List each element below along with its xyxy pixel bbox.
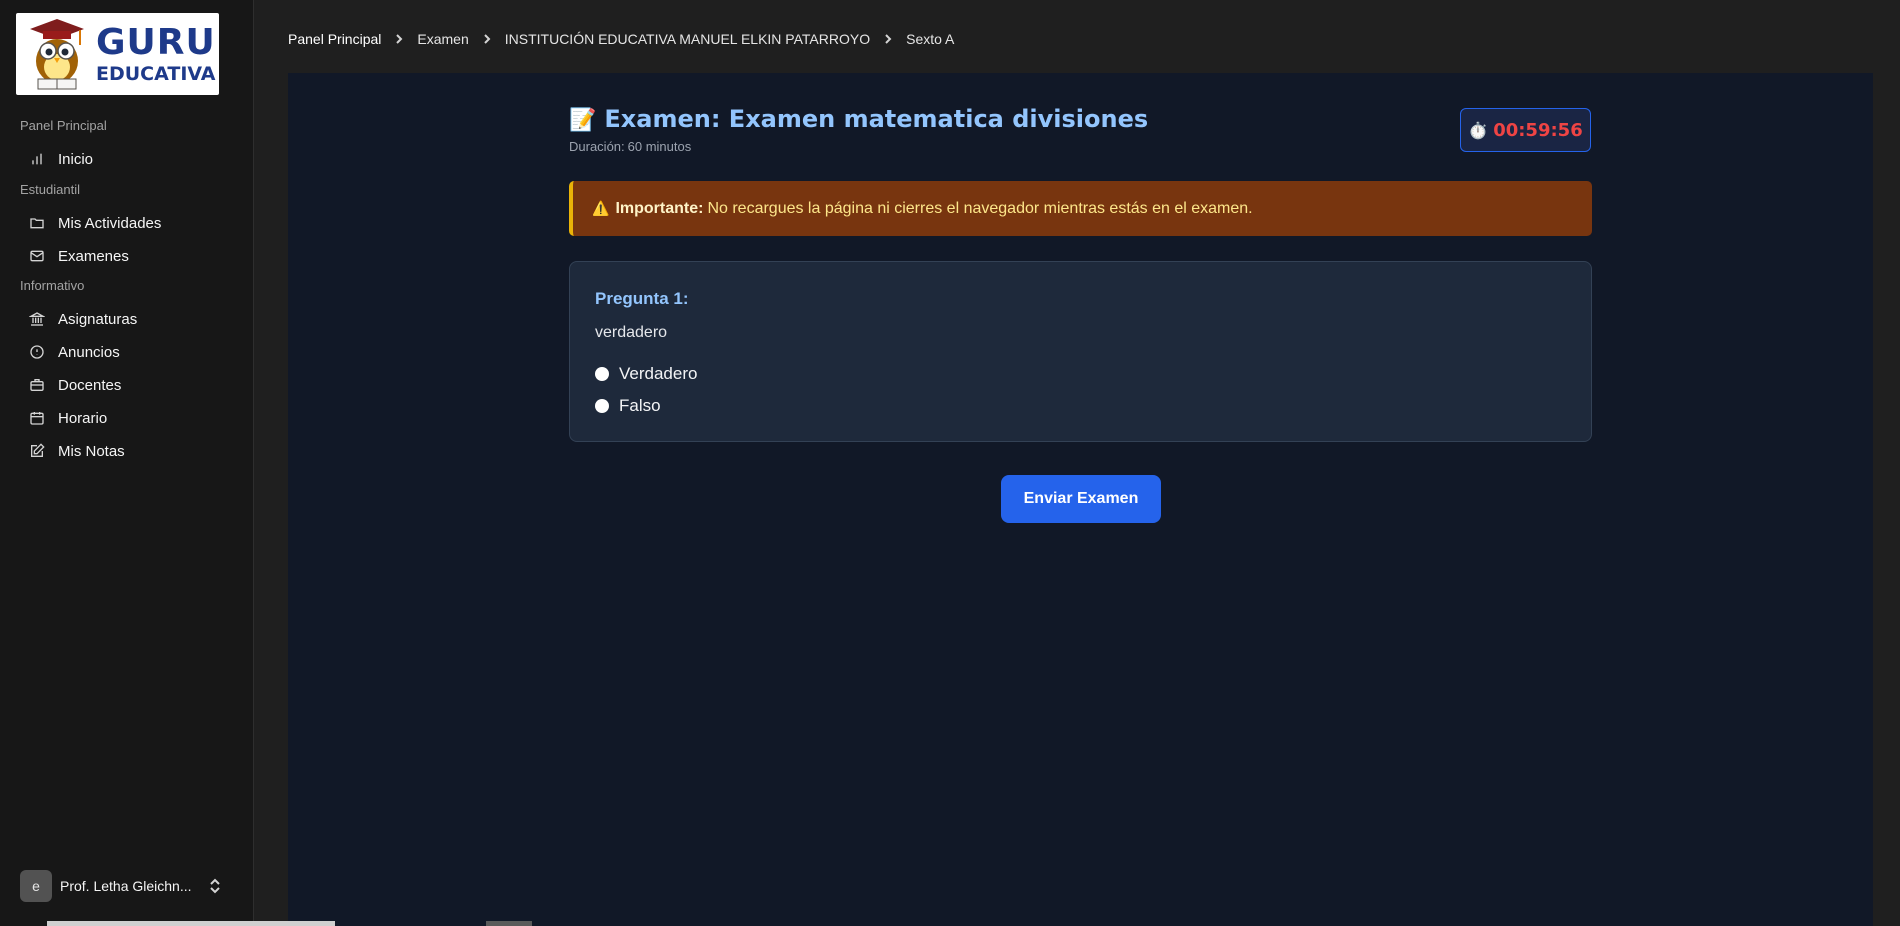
edit-icon [31, 443, 45, 457]
logo-line1: GURU [96, 22, 216, 63]
logo-line2: EDUCATIVA [96, 63, 216, 85]
option-falso[interactable]: Falso [595, 395, 661, 417]
sidebar-item-label: Inicio [58, 150, 94, 168]
user-name: Prof. Letha Gleichn... [60, 878, 192, 894]
breadcrumb: Panel Principal Examen INSTITUCIÓN EDUCA… [288, 28, 954, 50]
question-text: verdadero [595, 324, 668, 341]
avatar: e [20, 870, 52, 902]
sidebar-item-label: Asignaturas [58, 310, 138, 328]
sidebar-item-label: Horario [58, 409, 108, 427]
horizontal-scrollbar[interactable] [47, 921, 335, 926]
warning-icon: ⚠️ [592, 200, 610, 216]
sidebar-item-docentes[interactable]: Docentes [20, 371, 234, 399]
alert-text: No recargues la página ni cierres el nav… [707, 199, 1253, 217]
radio-button[interactable] [595, 367, 609, 381]
duration-value: 60 minutos [627, 139, 692, 154]
sidebar-item-label: Examenes [58, 247, 129, 265]
sidebar-item-examenes[interactable]: Examenes [20, 242, 234, 270]
chevron-right-icon [396, 34, 403, 44]
option-verdadero[interactable]: Verdadero [595, 363, 697, 385]
scrollbar-segment [486, 921, 532, 926]
guru-educativa-logo[interactable]: GURU EDUCATIVA [16, 13, 219, 95]
submit-exam-button[interactable]: Enviar Examen [1001, 475, 1161, 523]
sidebar-item-inicio[interactable]: Inicio [20, 145, 234, 173]
sidebar: GURU EDUCATIVA Panel Principal Inicio Es… [0, 0, 254, 926]
owl-mascot-icon [30, 19, 84, 90]
question-card: Pregunta 1: verdadero Verdadero Falso [569, 261, 1592, 442]
option-label: Falso [619, 396, 661, 415]
user-menu[interactable]: e Prof. Letha Gleichn... [20, 870, 234, 902]
mail-icon [30, 250, 44, 262]
timer-value: 00:59:56 [1493, 119, 1583, 141]
question-title: Pregunta 1: [595, 289, 689, 308]
option-label: Verdadero [619, 364, 698, 383]
landmark-icon [29, 312, 45, 326]
breadcrumb-panel-principal[interactable]: Panel Principal [288, 31, 381, 47]
sidebar-item-asignaturas[interactable]: Asignaturas [20, 305, 234, 333]
chevrons-up-down-icon [210, 878, 220, 894]
exam-duration: Duración: 60 minutos [569, 139, 691, 154]
alert-strong: Importante: [615, 199, 704, 217]
breadcrumb-institucion[interactable]: INSTITUCIÓN EDUCATIVA MANUEL ELKIN PATAR… [505, 31, 870, 47]
chevron-right-icon [885, 34, 892, 44]
sidebar-item-anuncios[interactable]: Anuncios [20, 338, 234, 366]
stopwatch-icon: ⏱️ [1468, 120, 1489, 140]
warning-alert: ⚠️ Importante: No recargues la página ni… [569, 181, 1592, 236]
sidebar-item-label: Anuncios [58, 343, 120, 361]
duration-label: Duración: [569, 139, 625, 154]
folder-icon [30, 218, 44, 229]
sidebar-item-mis-actividades[interactable]: Mis Actividades [20, 209, 234, 237]
calendar-icon [30, 412, 44, 425]
exam-title-text: Examen: Examen matematica divisiones [604, 105, 1149, 133]
sidebar-item-horario[interactable]: Horario [20, 404, 234, 432]
breadcrumb-examen[interactable]: Examen [417, 31, 468, 47]
countdown-timer: ⏱️ 00:59:56 [1460, 108, 1591, 152]
section-label-estudiantil: Estudiantil [20, 182, 80, 197]
briefcase-icon [30, 379, 44, 391]
section-label-informativo: Informativo [20, 278, 85, 293]
bar-chart-icon [32, 153, 42, 165]
exam-panel: 📝 Examen: Examen matematica divisiones Du… [288, 73, 1873, 926]
sidebar-item-mis-notas[interactable]: Mis Notas [20, 437, 234, 465]
sidebar-item-label: Mis Notas [58, 442, 125, 460]
section-label-panel-principal: Panel Principal [20, 118, 107, 133]
sidebar-item-label: Mis Actividades [58, 214, 162, 232]
radio-button[interactable] [595, 399, 609, 413]
breadcrumb-sexto-a: Sexto A [906, 31, 955, 47]
page-title: 📝 Examen: Examen matematica divisiones [569, 105, 1148, 133]
info-icon [30, 345, 44, 359]
chevron-right-icon [484, 34, 491, 44]
sidebar-item-label: Docentes [58, 376, 122, 394]
memo-icon: 📝 [569, 108, 597, 133]
